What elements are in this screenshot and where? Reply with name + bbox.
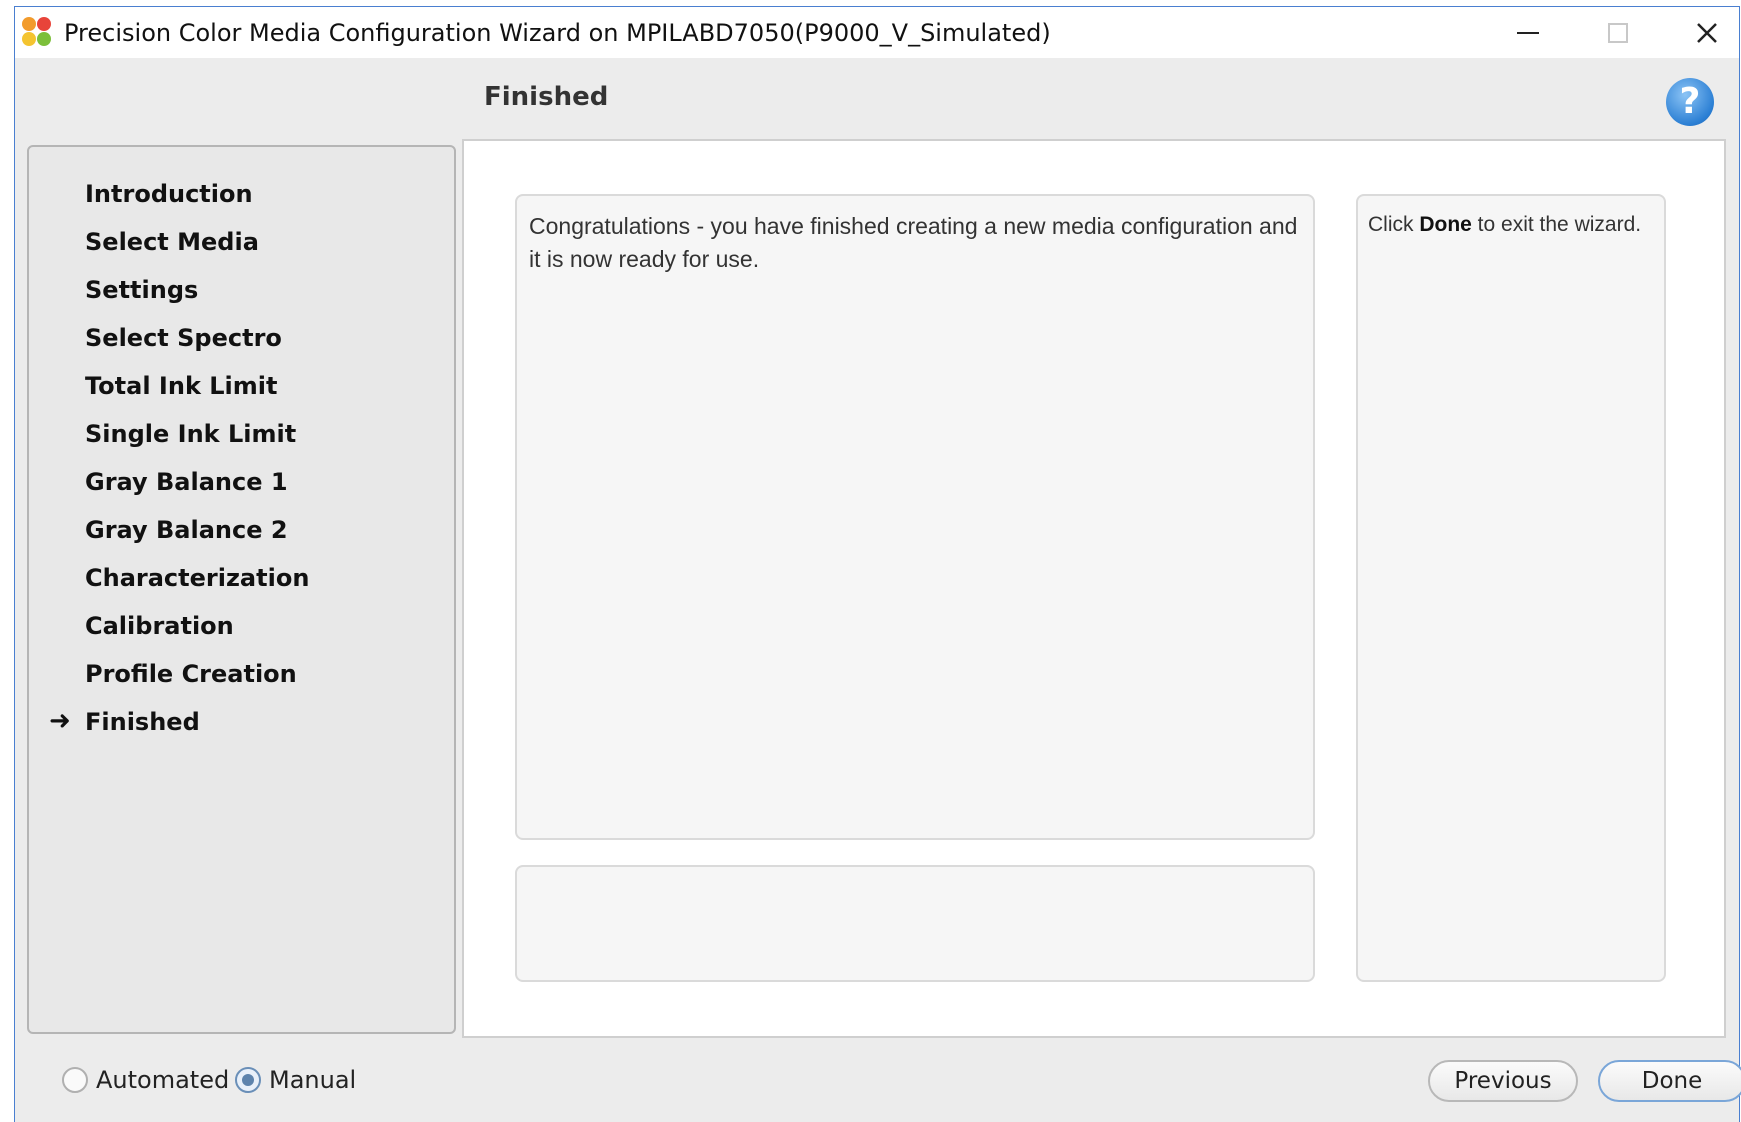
automated-radio[interactable]: Automated <box>62 1066 229 1094</box>
step-settings: Settings <box>85 276 199 304</box>
close-button[interactable] <box>1667 7 1741 58</box>
message-box: Congratulations - you have finished crea… <box>515 194 1315 840</box>
step-total-ink-limit: Total Ink Limit <box>85 372 278 400</box>
previous-button[interactable]: Previous <box>1428 1060 1578 1102</box>
step-single-ink-limit: Single Ink Limit <box>85 420 297 448</box>
minimize-button[interactable] <box>1488 7 1568 58</box>
minimize-icon <box>1517 31 1539 34</box>
app-icon <box>21 16 53 48</box>
step-profile-creation: Profile Creation <box>85 660 297 688</box>
help-button[interactable]: ? <box>1666 78 1714 126</box>
maximize-icon <box>1608 22 1628 43</box>
hint-done-bold: Done <box>1419 213 1472 236</box>
hint-prefix: Click <box>1368 213 1420 236</box>
step-gray-balance-2: Gray Balance 2 <box>85 516 288 544</box>
maximize-button[interactable] <box>1578 7 1658 58</box>
close-icon <box>1697 22 1717 43</box>
current-step-arrow-icon: ➜ <box>49 706 71 736</box>
step-gray-balance-1: Gray Balance 1 <box>85 468 288 496</box>
manual-label: Manual <box>269 1066 357 1094</box>
status-box <box>515 865 1315 982</box>
step-characterization: Characterization <box>85 564 310 592</box>
step-select-media: Select Media <box>85 228 259 256</box>
automated-radio-circle[interactable] <box>62 1067 88 1093</box>
title-bar: Precision Color Media Configuration Wiza… <box>15 7 1739 58</box>
finish-message: Congratulations - you have finished crea… <box>529 213 1298 272</box>
done-button[interactable]: Done <box>1598 1060 1741 1102</box>
hint-box: Click Done to exit the wizard. <box>1356 194 1666 982</box>
hint-suffix: to exit the wizard. <box>1471 213 1642 236</box>
page-title: Finished <box>484 82 609 112</box>
manual-radio-circle[interactable] <box>235 1067 261 1093</box>
step-introduction: Introduction <box>85 180 253 208</box>
steps-sidebar: Introduction Select Media Settings Selec… <box>27 145 456 1034</box>
step-calibration: Calibration <box>85 612 234 640</box>
manual-radio[interactable]: Manual <box>235 1066 356 1094</box>
window-title: Precision Color Media Configuration Wiza… <box>64 19 1051 47</box>
automated-label: Automated <box>96 1066 230 1094</box>
step-select-spectro: Select Spectro <box>85 324 282 352</box>
step-finished: Finished <box>85 708 200 736</box>
help-icon: ? <box>1679 81 1701 122</box>
